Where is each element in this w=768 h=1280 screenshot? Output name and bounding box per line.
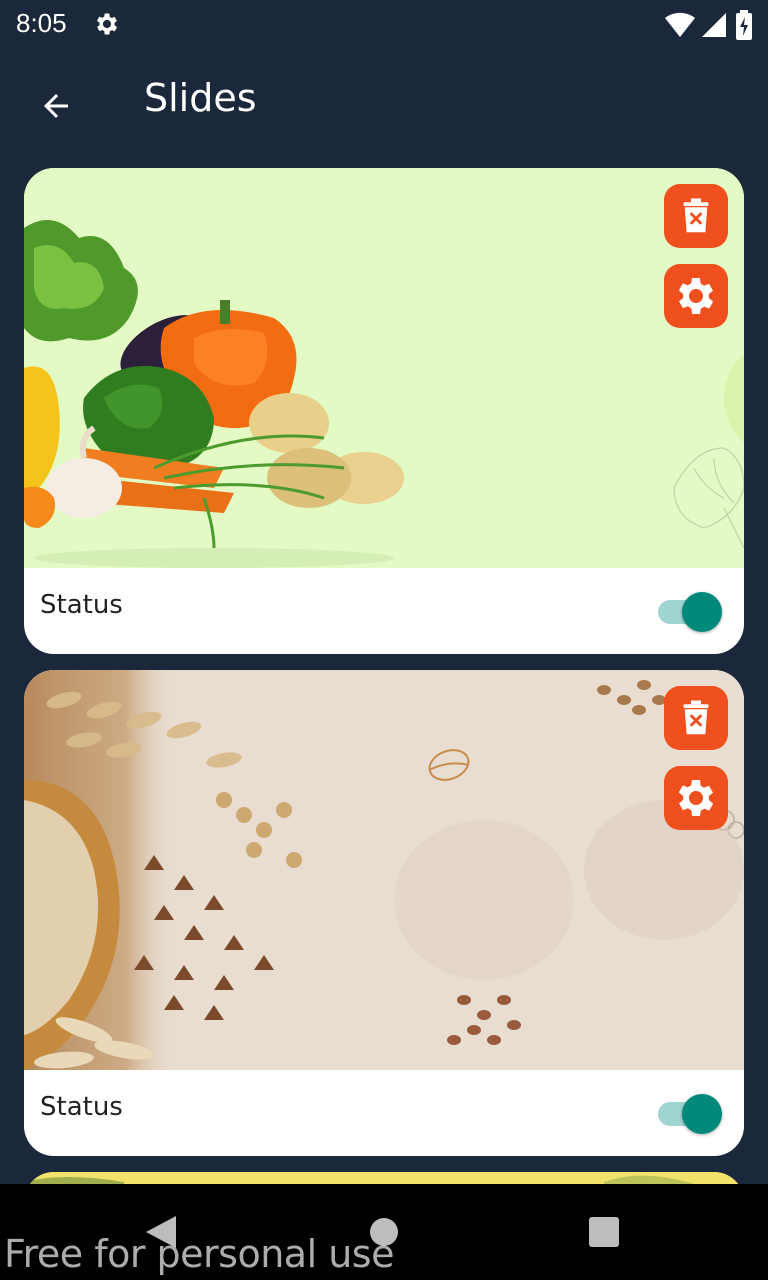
page-title: Slides [144,76,257,120]
slide-settings-button[interactable] [664,264,728,328]
nav-recents-button[interactable] [589,1217,619,1247]
slide-card: Status [24,168,744,654]
toggle-thumb [682,592,722,632]
settings-notification-icon [93,10,121,38]
gear-icon [678,278,714,314]
toggle-thumb [682,1094,722,1134]
wifi-icon [664,11,696,43]
delete-slide-button[interactable] [664,184,728,248]
back-button[interactable] [30,80,82,132]
app-bar: Slides [0,56,768,152]
delete-slide-button[interactable] [664,686,728,750]
slide-card: Status [24,670,744,1156]
status-bar: 8:05 [0,0,768,50]
slide-footer: Status [24,568,744,654]
slide-footer: Status [24,1070,744,1156]
cell-signal-icon [702,11,728,43]
status-toggle[interactable] [656,590,722,632]
status-indicators [664,10,754,44]
status-toggle[interactable] [656,1092,722,1134]
slide-image-grains[interactable] [24,670,744,1070]
trash-x-icon [683,700,709,735]
slide-card-partial[interactable] [24,1172,744,1184]
status-time: 8:05 [16,8,67,38]
slides-list[interactable]: Status Status [24,168,744,1184]
watermark-text: Free for personal use [4,1232,394,1276]
slide-settings-button[interactable] [664,766,728,830]
arrow-left-icon [44,94,68,118]
slide-image-vegetables[interactable] [24,168,744,568]
battery-icon [734,10,754,44]
trash-x-icon [683,198,709,233]
gear-icon [678,780,714,816]
status-label: Status [40,1092,123,1122]
status-label: Status [40,590,123,620]
